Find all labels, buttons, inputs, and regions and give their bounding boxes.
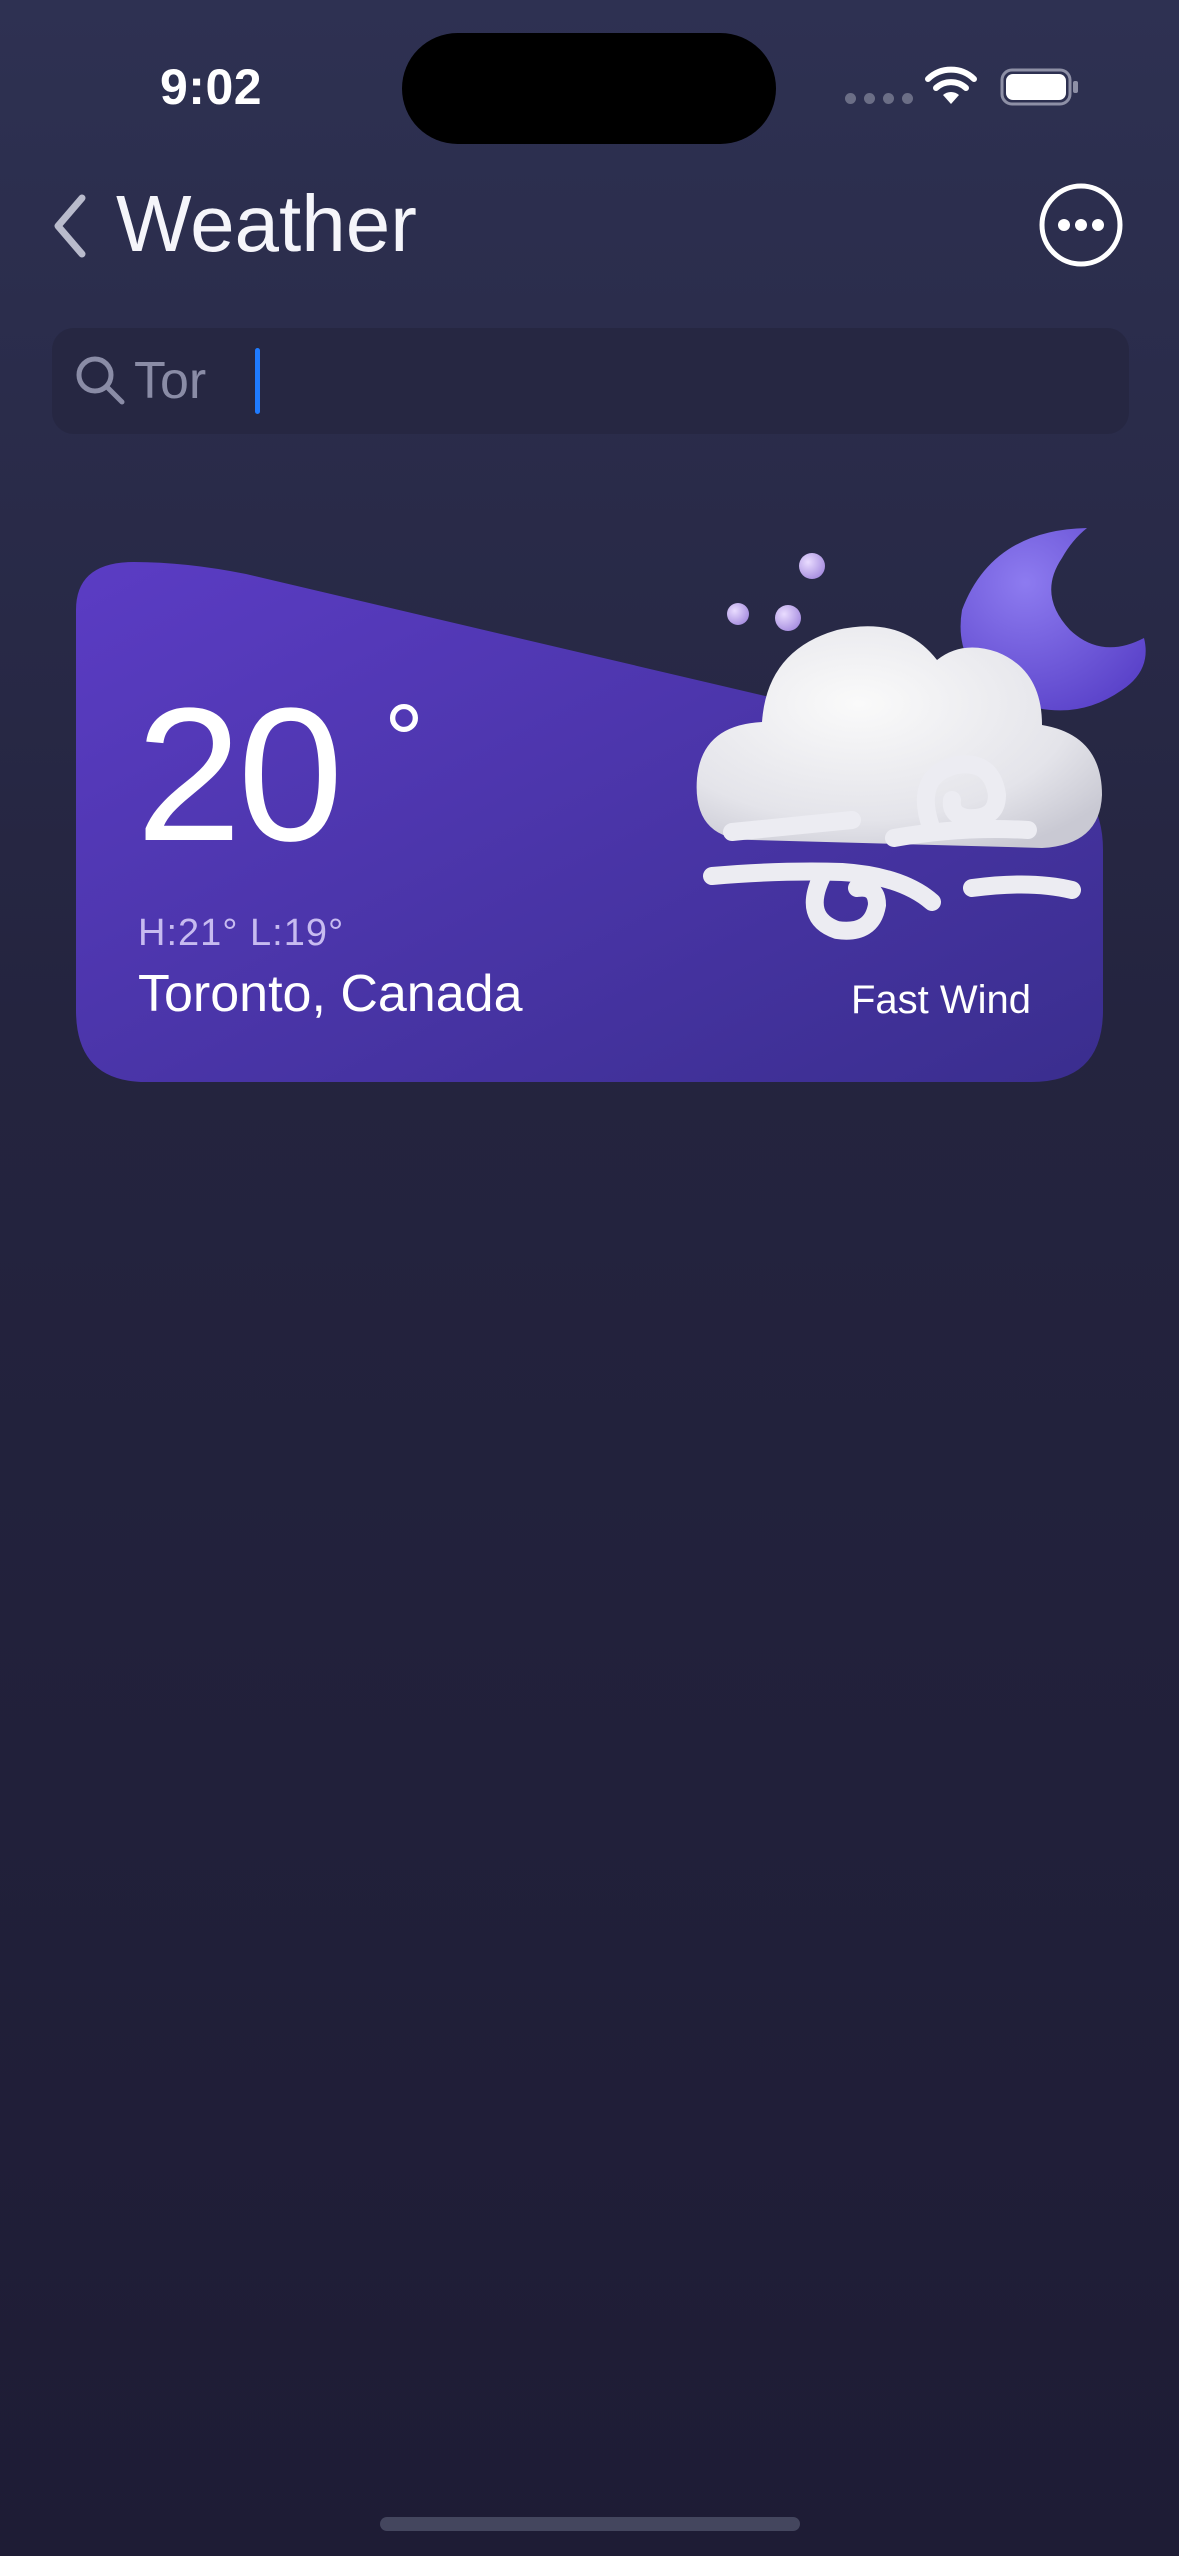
search-icon [76, 356, 125, 405]
text-cursor [255, 348, 260, 414]
degree-symbol: ° [384, 684, 424, 796]
back-chevron-icon[interactable] [46, 190, 98, 262]
high-low-temperature: H:21° L:19° [138, 912, 345, 954]
weather-result-card[interactable]: 20 ° H:21° L:19° Toronto, Canada Fast Wi… [76, 510, 1146, 1086]
dynamic-island [402, 33, 776, 144]
more-options-icon[interactable] [1038, 182, 1124, 268]
home-indicator[interactable] [380, 2517, 800, 2531]
status-time: 9:02 [160, 59, 263, 115]
temperature-value: 20 [136, 669, 343, 881]
location-name: Toronto, Canada [138, 965, 523, 1023]
wifi-icon [925, 66, 977, 104]
page-title: Weather [116, 179, 417, 268]
battery-icon [1000, 68, 1078, 106]
search-input[interactable] [134, 350, 1114, 412]
moon-cloud-fast-wind-icon [696, 528, 1146, 940]
weather-condition: Fast Wind [851, 978, 1032, 1022]
cellular-signal-icon [845, 93, 913, 104]
search-field[interactable] [52, 328, 1129, 434]
